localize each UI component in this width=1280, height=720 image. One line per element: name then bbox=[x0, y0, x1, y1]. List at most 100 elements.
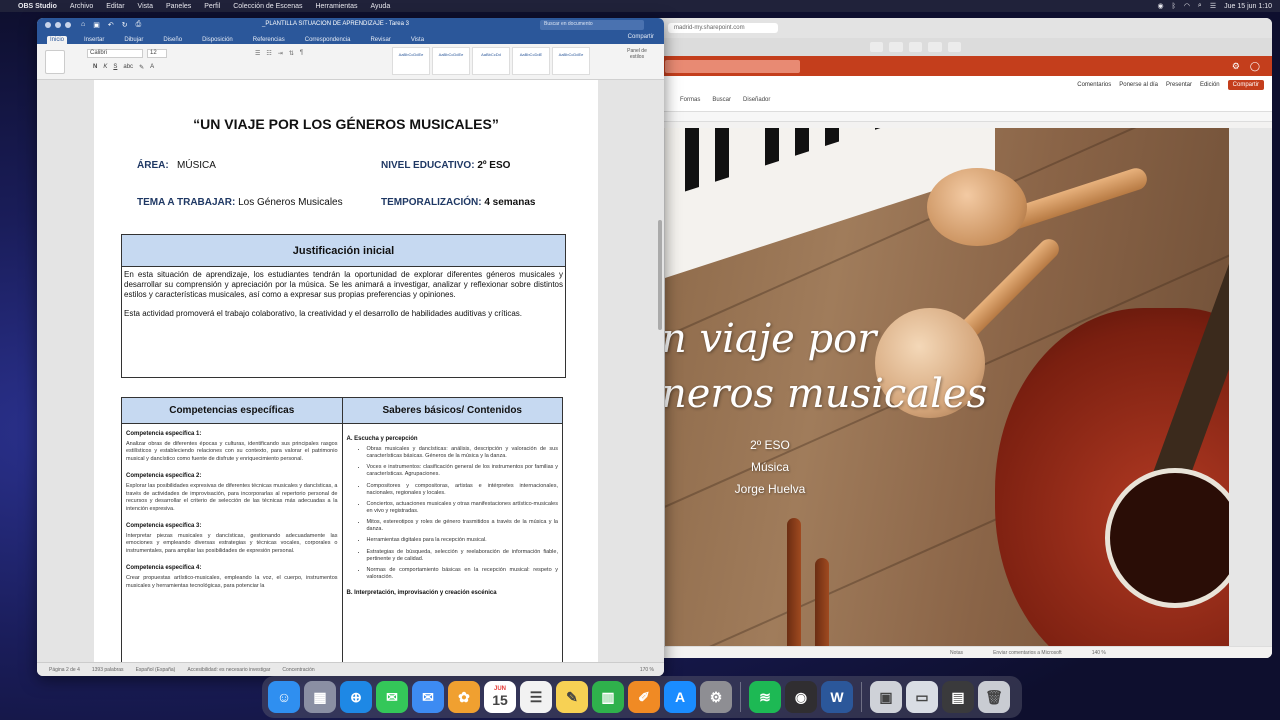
browser-tab[interactable] bbox=[870, 42, 884, 52]
avatar[interactable]: ◯ bbox=[1250, 61, 1260, 72]
ppt-share-button[interactable]: Compartir bbox=[1227, 80, 1264, 90]
menu-perfil[interactable]: Perfil bbox=[204, 3, 220, 10]
styles-pane-button[interactable]: Panel de estilos bbox=[622, 48, 652, 60]
undo-icon[interactable]: ↶ bbox=[108, 21, 114, 29]
dock-app-safari[interactable]: ⊕ bbox=[340, 681, 372, 713]
style-option[interactable]: AaBbCcDdEe bbox=[392, 47, 430, 75]
comments-button[interactable]: Comentarios bbox=[1077, 82, 1111, 88]
tab-disposicion[interactable]: Disposición bbox=[199, 36, 236, 44]
menu-paneles[interactable]: Paneles bbox=[166, 3, 191, 10]
slide-canvas[interactable]: n viaje por neros musicales 2º ESO Músic… bbox=[665, 128, 1229, 654]
menu-escenas[interactable]: Colección de Escenas bbox=[233, 3, 302, 10]
word-share-button[interactable]: Compartir bbox=[628, 34, 654, 40]
dock-app-numbers[interactable]: ▥ bbox=[592, 681, 624, 713]
accessibility-status[interactable]: Accesibilidad: es necesario investigar bbox=[187, 667, 270, 673]
bullets-icon[interactable]: ☰ bbox=[255, 50, 260, 57]
browser-tab[interactable] bbox=[908, 42, 923, 52]
save-icon[interactable]: ▣ bbox=[93, 21, 100, 29]
focus-button[interactable]: Concentración bbox=[282, 667, 314, 673]
language[interactable]: Español (España) bbox=[136, 667, 176, 673]
browser-url[interactable]: madrid-my.sharepoint.com bbox=[668, 23, 778, 33]
tab-insertar[interactable]: Insertar bbox=[81, 36, 107, 44]
find-button[interactable]: Buscar bbox=[712, 97, 731, 103]
dock-app-papelera[interactable]: 🗑 bbox=[978, 681, 1010, 713]
catch-up-button[interactable]: Ponerse al día bbox=[1119, 82, 1158, 88]
dock-app-finder[interactable]: ☺ bbox=[268, 681, 300, 713]
slide-subtitle-level[interactable]: 2º ESO bbox=[715, 438, 825, 452]
record-icon[interactable]: ◉ bbox=[1158, 2, 1164, 10]
browser-tab[interactable] bbox=[947, 42, 961, 52]
dock-app-obs[interactable]: ◉ bbox=[785, 681, 817, 713]
zoom-level[interactable]: 170 % bbox=[640, 667, 654, 673]
dock-app-vista-previa[interactable]: ▣ bbox=[870, 681, 902, 713]
maximize-icon[interactable] bbox=[65, 22, 71, 28]
dock-app-word[interactable]: W bbox=[821, 681, 853, 713]
close-icon[interactable] bbox=[45, 22, 51, 28]
tab-referencias[interactable]: Referencias bbox=[250, 36, 288, 44]
notes-button[interactable]: Notas bbox=[950, 650, 963, 656]
strike-button[interactable]: abc bbox=[123, 64, 133, 71]
indent-icon[interactable]: ⇥ bbox=[278, 50, 283, 57]
dock-app-spotify[interactable]: ≋ bbox=[749, 681, 781, 713]
redo-icon[interactable]: ↻ bbox=[122, 21, 128, 29]
font-color-icon[interactable]: A bbox=[150, 64, 154, 71]
dock-app-notas[interactable]: ✎ bbox=[556, 681, 588, 713]
menu-ayuda[interactable]: Ayuda bbox=[371, 3, 391, 10]
dock-app-capturas[interactable]: ▭ bbox=[906, 681, 938, 713]
pilcrow-icon[interactable]: ¶ bbox=[300, 50, 303, 57]
italic-button[interactable]: K bbox=[103, 64, 107, 71]
tab-diseno[interactable]: Diseño bbox=[160, 36, 185, 44]
shapes-button[interactable]: Formas bbox=[680, 97, 700, 103]
print-icon[interactable]: ⎙ bbox=[136, 21, 142, 29]
menu-herramientas[interactable]: Herramientas bbox=[315, 3, 357, 10]
page-count[interactable]: Página 2 de 4 bbox=[49, 667, 80, 673]
paste-button[interactable] bbox=[45, 50, 65, 74]
dock-app-ajustes[interactable]: ⚙ bbox=[700, 681, 732, 713]
tab-correspondencia[interactable]: Correspondencia bbox=[302, 36, 354, 44]
font-size-select[interactable]: 12 bbox=[147, 49, 167, 58]
dock-app-recordatorios[interactable]: ☰ bbox=[520, 681, 552, 713]
tab-vista[interactable]: Vista bbox=[408, 36, 427, 44]
feedback-link[interactable]: Enviar comentarios a Microsoft bbox=[993, 650, 1062, 656]
dock-app-fotos[interactable]: ✿ bbox=[448, 681, 480, 713]
tab-inicio[interactable]: Inicio bbox=[47, 36, 68, 44]
browser-tab[interactable] bbox=[889, 42, 903, 52]
dock-app-launchpad[interactable]: ▦ bbox=[304, 681, 336, 713]
dock-app-calendario[interactable]: JUN 15 bbox=[484, 681, 516, 713]
ppt-search[interactable] bbox=[665, 59, 800, 73]
designer-button[interactable]: Diseñador bbox=[743, 97, 770, 103]
font-name-select[interactable]: Calibri bbox=[87, 49, 143, 58]
dock-app-mensajes[interactable]: ✉ bbox=[376, 681, 408, 713]
document-search-input[interactable]: Buscar en documento bbox=[540, 20, 644, 30]
tab-revisar[interactable]: Revisar bbox=[367, 36, 393, 44]
style-option[interactable]: AaBbCcDdE bbox=[512, 47, 550, 75]
dock-app-mail[interactable]: ✉ bbox=[412, 681, 444, 713]
control-center-icon[interactable]: ☰ bbox=[1210, 2, 1216, 10]
minimize-icon[interactable] bbox=[55, 22, 61, 28]
word-count[interactable]: 1393 palabras bbox=[92, 667, 124, 673]
menu-archivo[interactable]: Archivo bbox=[70, 3, 93, 10]
highlight-icon[interactable]: ✎ bbox=[139, 64, 144, 71]
slide-subtitle-subject[interactable]: Música bbox=[715, 460, 825, 474]
editing-button[interactable]: Edición bbox=[1200, 82, 1220, 88]
clock[interactable]: Jue 15 jun 1:10 bbox=[1224, 3, 1272, 10]
style-option[interactable]: AaBbCcDdEe bbox=[552, 47, 590, 75]
style-option[interactable]: AaBbCcDdEe bbox=[432, 47, 470, 75]
menu-vista[interactable]: Vista bbox=[138, 3, 153, 10]
search-icon[interactable]: ⌕ bbox=[1198, 2, 1202, 10]
menu-app-name[interactable]: OBS Studio bbox=[18, 3, 57, 10]
document-page[interactable]: “UN VIAJE POR LOS GÉNEROS MUSICALES” ÁRE… bbox=[94, 80, 598, 662]
sort-icon[interactable]: ⇅ bbox=[289, 50, 294, 57]
settings-icon[interactable]: ⚙ bbox=[1232, 61, 1240, 72]
ppt-zoom[interactable]: 140 % bbox=[1092, 650, 1106, 656]
home-icon[interactable]: ⌂ bbox=[81, 21, 85, 29]
wifi-icon[interactable]: ◠ bbox=[1184, 2, 1190, 10]
present-button[interactable]: Presentar bbox=[1166, 82, 1192, 88]
dock-app-monitor[interactable]: ▤ bbox=[942, 681, 974, 713]
menu-editar[interactable]: Editar bbox=[106, 3, 124, 10]
bluetooth-icon[interactable]: ᛒ bbox=[1172, 3, 1176, 10]
numbering-icon[interactable]: ☷ bbox=[266, 50, 271, 57]
vertical-scrollbar[interactable] bbox=[658, 220, 662, 330]
dock-app-pages[interactable]: ✐ bbox=[628, 681, 660, 713]
slide-title-line2[interactable]: neros musicales bbox=[665, 371, 987, 417]
